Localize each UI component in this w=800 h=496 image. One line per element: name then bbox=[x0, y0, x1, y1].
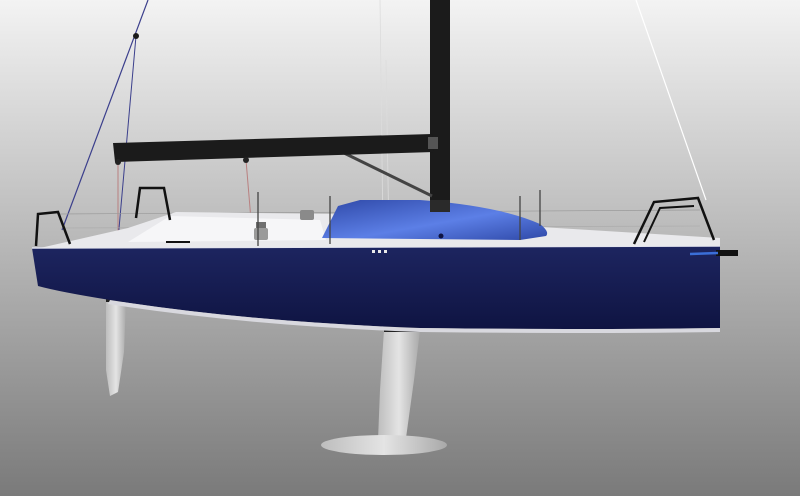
mast-top-fitting bbox=[133, 33, 139, 39]
cabin-port bbox=[438, 233, 444, 239]
bowsprit bbox=[716, 250, 738, 256]
boom-block-2 bbox=[243, 157, 249, 163]
mast bbox=[430, 0, 450, 212]
mast-base bbox=[430, 200, 450, 212]
boom-block bbox=[115, 159, 121, 165]
boom-end-fitting bbox=[428, 137, 438, 149]
keel-bulb bbox=[321, 435, 447, 455]
deck-fitting bbox=[372, 250, 375, 253]
sailboat-illustration bbox=[0, 0, 800, 496]
winch-cabin bbox=[300, 210, 314, 220]
deck-fitting bbox=[384, 250, 387, 253]
bow-accent bbox=[689, 251, 719, 256]
deck-fittings bbox=[372, 250, 387, 253]
sailboat-scene bbox=[0, 0, 800, 496]
winch-left bbox=[254, 228, 268, 240]
deck-fitting bbox=[378, 250, 381, 253]
